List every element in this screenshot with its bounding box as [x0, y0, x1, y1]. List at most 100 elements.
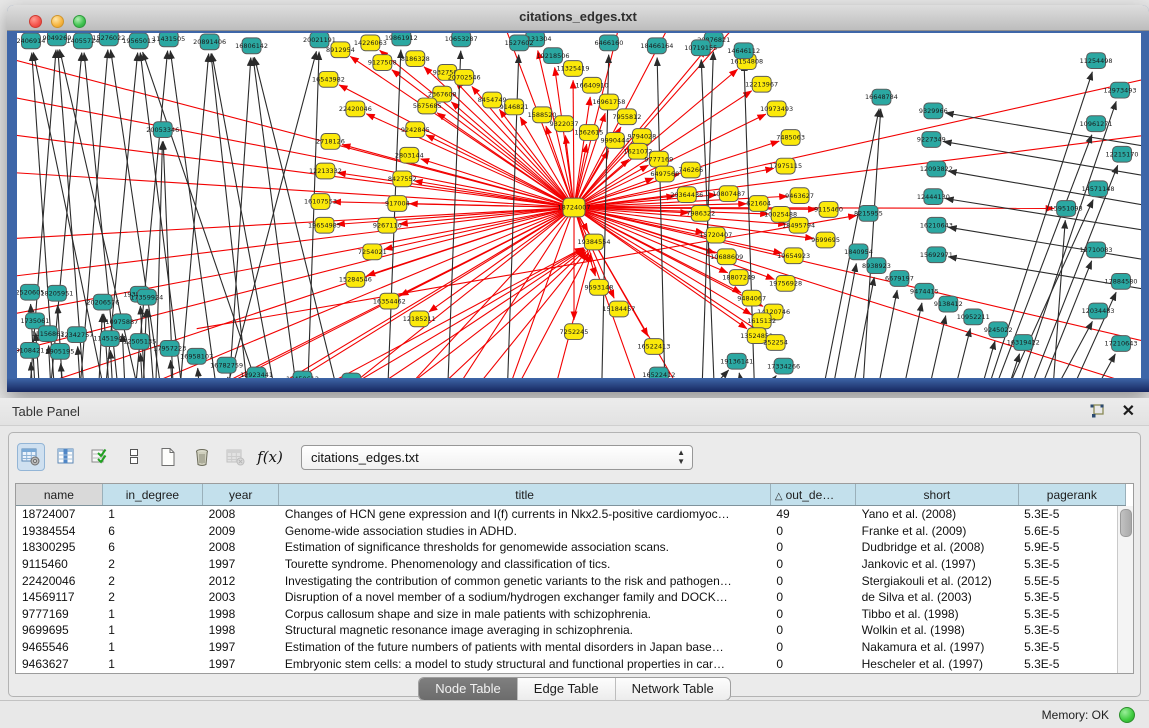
- citation-edge-black[interactable]: [1075, 354, 1115, 378]
- select-rows-icon[interactable]: [87, 444, 113, 470]
- table-row[interactable]: 2242004622012Investigating the contribut…: [16, 572, 1126, 589]
- citation-edge-black[interactable]: [212, 54, 282, 378]
- create-column-icon[interactable]: [155, 444, 181, 470]
- graph-node-label: 9115460: [814, 206, 843, 214]
- graph-node-label: 746266: [678, 166, 703, 174]
- graph-node-label: 6466160: [595, 39, 624, 47]
- graph-node-label: 10653287: [445, 35, 478, 43]
- graph-node-label: 5675685: [413, 102, 442, 110]
- show-column-icon[interactable]: [53, 444, 79, 470]
- graph-node-label: 9227349: [917, 136, 946, 144]
- function-builder-icon[interactable]: f(x): [257, 444, 283, 470]
- table-settings-icon[interactable]: [17, 443, 45, 471]
- table-row[interactable]: 977716911998Corpus callosum shape and si…: [16, 606, 1126, 623]
- table-row[interactable]: 946554611997Estimation of the future num…: [16, 639, 1126, 656]
- table-row[interactable]: 946362711997Embryonic stem cells: a mode…: [16, 655, 1126, 672]
- citation-edge-black[interactable]: [945, 113, 1141, 151]
- citation-edge-red[interactable]: [339, 85, 574, 208]
- citation-edge-red[interactable]: [376, 250, 585, 378]
- graph-node-label: 11325419: [557, 65, 590, 73]
- table-row[interactable]: 1456911722003Disruption of a novel membe…: [16, 589, 1126, 606]
- network-canvas[interactable]: 1872400719384554891295414226063912750881…: [17, 33, 1141, 378]
- column-header-out_de[interactable]: △out_de…: [770, 484, 855, 506]
- fx-label: f(x): [257, 448, 283, 466]
- column-header-name[interactable]: name: [16, 484, 102, 506]
- citation-edge-red[interactable]: [342, 145, 574, 208]
- citation-edge-black[interactable]: [61, 363, 65, 378]
- graph-node-label: 19861912: [385, 34, 418, 42]
- citation-edge-black[interactable]: [97, 314, 102, 378]
- delete-column-icon[interactable]: [189, 444, 215, 470]
- citation-edge-black[interactable]: [140, 53, 186, 378]
- graph-node-label: 10952211: [957, 313, 990, 321]
- citation-edge-black[interactable]: [170, 51, 221, 378]
- citation-edge-black[interactable]: [306, 52, 319, 378]
- column-header-pagerank[interactable]: pagerank: [1018, 484, 1125, 506]
- graph-node-label: 17884580: [1105, 278, 1138, 286]
- table-row[interactable]: 1830029562008Estimation of significance …: [16, 539, 1126, 556]
- float-window-icon[interactable]: [1089, 403, 1105, 419]
- graph-node-label: 14226063: [354, 39, 387, 47]
- citation-edge-red[interactable]: [17, 171, 574, 207]
- citation-edge-black[interactable]: [870, 290, 897, 378]
- citation-edge-black[interactable]: [920, 316, 945, 378]
- table-row[interactable]: 911546021997Tourette syndrome. Phenomeno…: [16, 556, 1126, 573]
- graph-node-label: 9463627: [785, 192, 814, 200]
- graph-node-label: 18205951: [40, 289, 73, 297]
- column-header-title[interactable]: title: [279, 484, 771, 506]
- graph-node-label: 9777169: [644, 155, 673, 163]
- graph-node-label: 17210643: [1105, 340, 1138, 348]
- close-panel-icon[interactable]: ✕: [1122, 401, 1135, 421]
- graph-node-label: 8938923: [862, 262, 891, 270]
- table-row[interactable]: 969969511998Structural magnetic resonanc…: [16, 622, 1126, 639]
- table-select-dropdown[interactable]: citations_edges.txt ▲▼: [301, 445, 693, 470]
- row-height-icon[interactable]: [121, 444, 147, 470]
- graph-node-label: 12213967: [745, 80, 778, 88]
- graph-node-label: 917004: [385, 200, 410, 208]
- table-scrollbar[interactable]: [1117, 506, 1133, 673]
- graph-node-label: 2406914: [17, 37, 45, 45]
- citation-network-graph[interactable]: 1872400719384554891295414226063912750881…: [17, 33, 1141, 378]
- tab-network-table[interactable]: Network Table: [616, 678, 730, 700]
- graph-node-label: 9242845: [401, 126, 430, 134]
- citation-edge-black[interactable]: [846, 277, 875, 378]
- table-panel: Table Panel ✕: [0, 398, 1149, 700]
- column-header-in_degree[interactable]: in_degree: [102, 484, 202, 506]
- column-header-short[interactable]: short: [856, 484, 1019, 506]
- citation-edge-red[interactable]: [546, 253, 591, 378]
- citation-edge-black[interactable]: [386, 50, 401, 378]
- citation-edge-black[interactable]: [945, 199, 1141, 236]
- column-header-year[interactable]: year: [203, 484, 279, 506]
- tab-edge-table[interactable]: Edge Table: [518, 678, 616, 700]
- graph-node-label: 16782759: [210, 361, 243, 369]
- citation-edge-black[interactable]: [198, 368, 203, 378]
- graph-node-label: 2718126: [316, 138, 345, 146]
- citation-edge-red[interactable]: [400, 207, 574, 295]
- graph-node-label: 6497568: [650, 170, 679, 178]
- graph-node-label: 11431505: [152, 35, 185, 43]
- graph-node-label: 8427552: [388, 175, 417, 183]
- graph-node-label: 12342757: [60, 331, 93, 339]
- table-row[interactable]: 1872400712008Changes of HCN gene express…: [16, 506, 1126, 523]
- citation-edge-black[interactable]: [945, 328, 970, 378]
- citation-edge-red[interactable]: [574, 207, 747, 328]
- citation-edge-red[interactable]: [573, 80, 574, 207]
- graph-node-label: 12215170: [1106, 150, 1139, 158]
- table-row[interactable]: 1938455462009Genome-wide association stu…: [16, 523, 1126, 540]
- citation-edge-black[interactable]: [895, 303, 921, 378]
- citation-edge-black[interactable]: [227, 58, 251, 378]
- citation-edge-black[interactable]: [211, 54, 252, 378]
- table-scrollbar-thumb[interactable]: [1120, 509, 1132, 537]
- graph-node-label: 16640910: [575, 81, 608, 89]
- graph-node-label: 5905195: [45, 348, 74, 356]
- graph-node-label: 9794028: [627, 133, 656, 141]
- citation-edge-black[interactable]: [970, 341, 995, 378]
- graph-node-label: 18466164: [640, 42, 673, 50]
- graph-node-label: 9329966: [919, 107, 948, 115]
- graph-node-label: 9138412: [934, 300, 963, 308]
- tab-node-table[interactable]: Node Table: [419, 678, 518, 700]
- citation-edge-red[interactable]: [574, 207, 656, 378]
- citation-edge-black[interactable]: [217, 51, 317, 378]
- window-titlebar[interactable]: citations_edges.txt: [7, 5, 1149, 31]
- citation-edge-black[interactable]: [826, 263, 857, 378]
